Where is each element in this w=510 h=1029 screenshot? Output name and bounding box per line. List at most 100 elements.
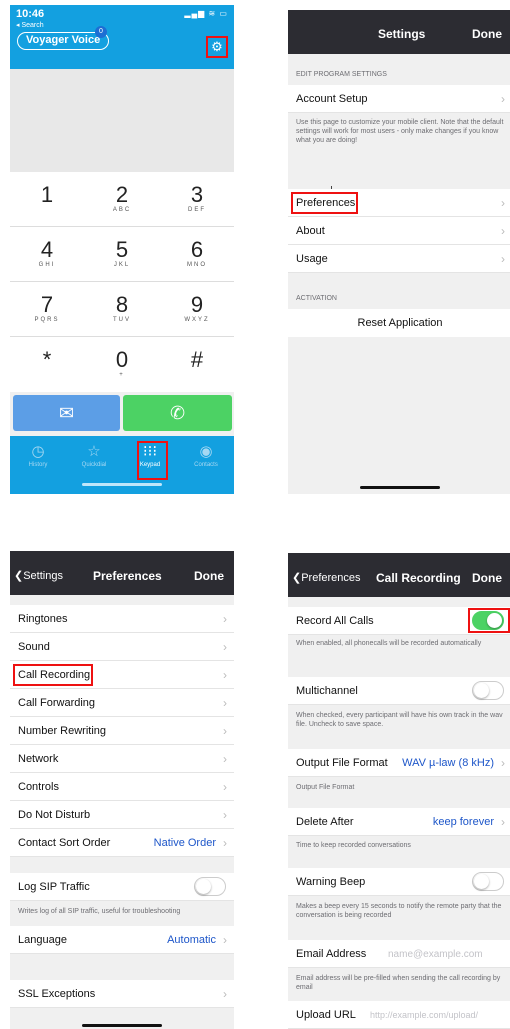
star-icon: ☆ <box>87 443 101 460</box>
key-9[interactable]: 9 WXYZ <box>160 282 234 337</box>
highlight-box <box>291 192 358 214</box>
row-usage[interactable]: Usage › <box>288 245 510 273</box>
multichannel-toggle[interactable] <box>472 681 504 700</box>
tab-quickdial[interactable]: ☆ Quickdial <box>66 442 122 468</box>
reset-application-button[interactable]: Reset Application <box>288 309 510 337</box>
back-button[interactable]: ❮Settings <box>14 569 63 582</box>
row-ssl-exceptions[interactable]: SSL Exceptions › <box>10 980 234 1008</box>
settings-screen: Settings Done EDIT PROGRAM SETTINGS Acco… <box>288 10 510 494</box>
voicemail-button[interactable]: ✉ <box>13 395 120 431</box>
page-title: Call Recording <box>376 571 461 585</box>
nav-bar: ❮Preferences Call Recording Done <box>288 553 510 597</box>
row-account-setup[interactable]: Account Setup › <box>288 85 510 113</box>
dial-display <box>10 69 234 172</box>
section-header: EDIT PROGRAM SETTINGS <box>296 71 387 78</box>
key-5[interactable]: 5 JKL <box>85 227 159 282</box>
chevron-right-icon: › <box>223 752 227 766</box>
dialpad-row: 4 GHI 5 JKL 6 MNO <box>10 227 234 282</box>
person-icon: ◉ <box>199 443 213 460</box>
key-4[interactable]: 4 GHI <box>10 227 84 282</box>
key-2[interactable]: 2 ABC <box>85 172 159 227</box>
call-recording-screen: ❮Preferences Call Recording Done Record … <box>288 553 510 1029</box>
chevron-right-icon: › <box>223 933 227 947</box>
keypad-screen: 10:46 ◂ Search ▂▄▆ ≋ ▭ Voyager Voice 0 ⚙… <box>10 5 234 494</box>
row-multichannel: Multichannel <box>288 677 510 705</box>
account-note: Use this page to customize your mobile c… <box>296 119 504 144</box>
nav-bar: Settings Done <box>288 10 510 54</box>
dialpad: 1 2 ABC 3 DEF 4 GHI 5 JKL 6 MNO 7 PQRS 8 TUV 9W… <box>10 172 234 392</box>
row-sound[interactable]: Sound › <box>10 633 234 661</box>
row-log-sip-traffic: Log SIP Traffic <box>10 873 234 901</box>
row-warning-beep: Warning Beep <box>288 868 510 896</box>
email-note: Email address will be pre-filled when se… <box>296 975 501 991</box>
highlight-box <box>137 441 168 480</box>
notification-badge: 0 <box>95 26 107 38</box>
done-button[interactable]: Done <box>194 569 224 583</box>
output-format-note: Output File Format <box>296 784 355 791</box>
key-7[interactable]: 7 PQRS <box>10 282 84 337</box>
tab-bar: ◷ History ☆ Quickdial ⁝⁝⁝ Keypad ◉ Contacts <box>10 436 234 494</box>
row-output-file-format[interactable]: Output File Format WAV µ-law (8 kHz) › <box>288 749 510 777</box>
row-delete-after[interactable]: Delete After keep forever › <box>288 808 510 836</box>
nav-bar: ❮Settings Preferences Done <box>10 551 234 595</box>
call-button[interactable]: ✆ <box>123 395 232 431</box>
back-button[interactable]: ❮Preferences <box>292 571 361 584</box>
row-controls[interactable]: Controls › <box>10 773 234 801</box>
upload-url-field[interactable]: http://example.com/upload/ <box>370 1010 478 1020</box>
chevron-right-icon: › <box>223 612 227 626</box>
warning-beep-toggle[interactable] <box>472 872 504 891</box>
key-0[interactable]: 0 + <box>85 337 159 392</box>
record-all-note: When enabled, all phonecalls will be rec… <box>296 640 482 647</box>
chevron-right-icon: › <box>501 252 505 266</box>
row-email-address: Email Address name@example.com <box>288 940 510 968</box>
key-star[interactable]: * <box>10 337 84 392</box>
chevron-right-icon: › <box>501 92 505 106</box>
gear-icon[interactable]: ⚙ <box>206 36 228 58</box>
home-indicator <box>82 1024 162 1027</box>
chevron-left-icon: ❮ <box>14 570 24 582</box>
row-number-rewriting[interactable]: Number Rewriting › <box>10 717 234 745</box>
action-bar: ✉ ✆ <box>10 395 234 435</box>
log-sip-toggle[interactable] <box>194 877 226 896</box>
chevron-right-icon: › <box>223 724 227 738</box>
chevron-right-icon: › <box>501 224 505 238</box>
key-1[interactable]: 1 <box>10 172 84 227</box>
chevron-right-icon: › <box>223 696 227 710</box>
tab-history[interactable]: ◷ History <box>10 442 66 468</box>
chevron-right-icon: › <box>223 780 227 794</box>
tab-contacts[interactable]: ◉ Contacts <box>178 442 234 468</box>
log-sip-note: Writes log of all SIP traffic, useful fo… <box>18 908 181 915</box>
highlight-box <box>468 608 510 633</box>
row-language[interactable]: Language Automatic › <box>10 926 234 954</box>
key-3[interactable]: 3 DEF <box>160 172 234 227</box>
delete-after-note: Time to keep recorded conversations <box>296 842 411 849</box>
chevron-right-icon: › <box>501 815 505 829</box>
phone-icon: ✆ <box>169 403 186 423</box>
done-button[interactable]: Done <box>472 571 502 585</box>
key-hash[interactable]: # <box>160 337 234 392</box>
chevron-left-icon: ❮ <box>292 572 302 584</box>
page-title: Preferences <box>93 569 162 583</box>
row-call-forwarding[interactable]: Call Forwarding › <box>10 689 234 717</box>
row-network[interactable]: Network › <box>10 745 234 773</box>
dialpad-row: * 0 + # <box>10 337 234 392</box>
status-time: 10:46 <box>16 8 45 20</box>
email-field[interactable]: name@example.com <box>388 949 483 960</box>
app-header: 10:46 ◂ Search ▂▄▆ ≋ ▭ Voyager Voice 0 ⚙ <box>10 5 234 69</box>
key-8[interactable]: 8 TUV <box>85 282 159 337</box>
row-ringtones[interactable]: Ringtones › <box>10 605 234 633</box>
chevron-right-icon: › <box>501 196 505 210</box>
row-do-not-disturb[interactable]: Do Not Disturb › <box>10 801 234 829</box>
row-about[interactable]: About › <box>288 217 510 245</box>
clock-icon: ◷ <box>31 443 45 460</box>
back-to-search-link[interactable]: ◂ Search <box>16 21 44 29</box>
dialpad-row: 1 2 ABC 3 DEF <box>10 172 234 227</box>
chevron-right-icon: › <box>223 987 227 1001</box>
done-button[interactable]: Done <box>472 27 502 41</box>
preferences-screen: ❮Settings Preferences Done Ringtones › So… <box>10 551 234 1029</box>
key-6[interactable]: 6 MNO <box>160 227 234 282</box>
highlight-box <box>13 664 93 686</box>
row-contact-sort-order[interactable]: Contact Sort Order Native Order › <box>10 829 234 857</box>
chevron-right-icon: › <box>223 836 227 850</box>
chevron-right-icon: › <box>223 640 227 654</box>
